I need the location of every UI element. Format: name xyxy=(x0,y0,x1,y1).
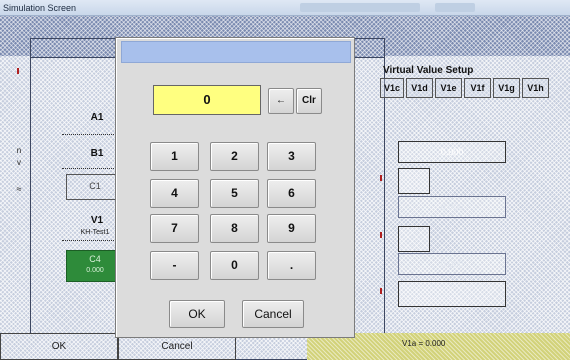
key-0[interactable]: 0 xyxy=(210,251,259,280)
key-5[interactable]: 5 xyxy=(210,179,259,208)
tab-v1c[interactable]: V1c xyxy=(380,78,404,98)
dialog-title-bar xyxy=(121,41,351,63)
unit-box-3[interactable] xyxy=(398,281,506,307)
backspace-button[interactable]: ← xyxy=(268,88,294,114)
blurred-title-text-2 xyxy=(435,3,475,12)
key-4[interactable]: 4 xyxy=(150,179,199,208)
value-field-2[interactable]: 0.000 xyxy=(398,196,506,218)
marker xyxy=(17,68,19,74)
marker xyxy=(380,232,382,238)
cancel-button[interactable]: Cancel xyxy=(242,300,304,328)
key-1[interactable]: 1 xyxy=(150,142,199,171)
key-6[interactable]: 6 xyxy=(267,179,316,208)
tab-v1d[interactable]: V1d xyxy=(406,78,433,98)
value-field-1[interactable]: 0.000 xyxy=(398,141,506,163)
status-text: V1a = 0.000 xyxy=(402,339,446,348)
label-v1: V1 xyxy=(90,215,104,226)
edge-marker: n xyxy=(16,146,22,155)
label-b1: B1 xyxy=(90,148,104,159)
tab-v1g[interactable]: V1g xyxy=(493,78,520,98)
window-title: Simulation Screen xyxy=(3,3,77,13)
keypad-display: 0 xyxy=(153,85,261,115)
value-field-3[interactable]: 0.000 xyxy=(398,253,506,275)
background-ok-button[interactable]: OK xyxy=(0,333,118,360)
window-title-bar: Simulation Screen xyxy=(0,0,570,16)
key-3[interactable]: 3 xyxy=(267,142,316,171)
key-7[interactable]: 7 xyxy=(150,214,199,243)
clear-button[interactable]: Clr xyxy=(296,88,322,114)
edge-marker: v xyxy=(17,158,21,167)
edge-marker: ≈ xyxy=(16,184,22,194)
unit-box-1[interactable] xyxy=(398,168,430,194)
key-decimal[interactable]: . xyxy=(267,251,316,280)
key-2[interactable]: 2 xyxy=(210,142,259,171)
numeric-keypad-dialog: 0 ← Clr 1 2 3 4 5 6 7 8 9 - 0 . OK Cance… xyxy=(115,37,355,338)
blurred-title-text xyxy=(300,3,420,12)
label-a1: A1 xyxy=(90,112,104,123)
tab-v1h[interactable]: V1h xyxy=(522,78,549,98)
tab-v1f[interactable]: V1f xyxy=(464,78,491,98)
unit-box-2[interactable] xyxy=(398,226,430,252)
virtual-value-setup-title: Virtual Value Setup xyxy=(383,65,474,76)
marker xyxy=(380,288,382,294)
key-minus[interactable]: - xyxy=(150,251,199,280)
ok-button[interactable]: OK xyxy=(169,300,225,328)
tab-v1e[interactable]: V1e xyxy=(435,78,462,98)
key-8[interactable]: 8 xyxy=(210,214,259,243)
key-9[interactable]: 9 xyxy=(267,214,316,243)
marker xyxy=(380,175,382,181)
